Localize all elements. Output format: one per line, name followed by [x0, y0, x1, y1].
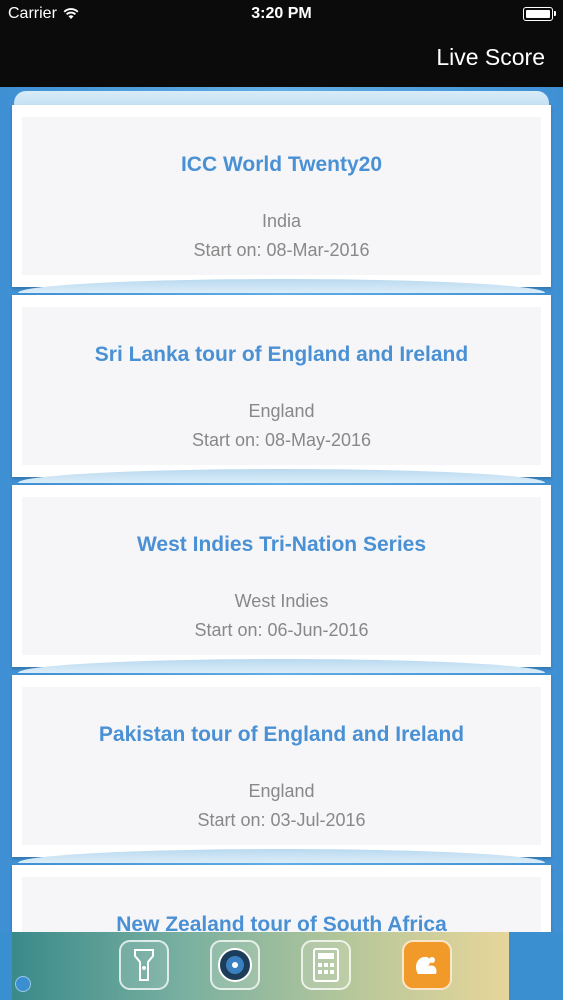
flashlight-icon[interactable] [119, 940, 169, 990]
series-card[interactable]: West Indies Tri-Nation Series West Indie… [12, 485, 551, 667]
series-card[interactable]: Sri Lanka tour of England and Ireland En… [12, 295, 551, 477]
series-country: India [261, 211, 302, 231]
series-card-body: Sri Lanka tour of England and Ireland En… [22, 307, 541, 465]
series-title: West Indies Tri-Nation Series [136, 533, 427, 556]
ad-info-icon[interactable] [15, 976, 31, 992]
series-card[interactable]: ICC World Twenty20 India Start on: 08-Ma… [12, 105, 551, 287]
series-card-body: Pakistan tour of England and Ireland Eng… [22, 687, 541, 845]
series-start-date: Start on: 06-Jun-2016 [194, 620, 369, 640]
series-title: Sri Lanka tour of England and Ireland [94, 343, 469, 366]
calculator-icon[interactable] [301, 940, 351, 990]
compass-icon[interactable] [210, 940, 260, 990]
navigation-bar: Live Score [0, 30, 563, 87]
status-bar: Carrier 3:20 PM [0, 0, 563, 30]
series-start-date: Start on: 08-May-2016 [191, 430, 372, 450]
series-title: Pakistan tour of England and Ireland [98, 723, 465, 746]
series-card-body: New Zealand tour of South Africa [22, 877, 541, 932]
series-card-body: West Indies Tri-Nation Series West Indie… [22, 497, 541, 655]
series-country: England [248, 781, 315, 801]
series-title: ICC World Twenty20 [180, 153, 383, 176]
series-list[interactable]: ICC World Twenty20 India Start on: 08-Ma… [0, 87, 563, 932]
series-card[interactable]: Pakistan tour of England and Ireland Eng… [12, 675, 551, 857]
series-country: West Indies [234, 591, 329, 611]
series-card[interactable]: New Zealand tour of South Africa [12, 865, 551, 932]
series-start-date: Start on: 08-Mar-2016 [193, 240, 370, 260]
ad-banner[interactable] [0, 932, 563, 1000]
series-title: New Zealand tour of South Africa [116, 913, 447, 932]
series-start-date: Start on: 03-Jul-2016 [197, 810, 366, 830]
series-card-body: ICC World Twenty20 India Start on: 08-Ma… [22, 117, 541, 275]
series-country: England [248, 401, 315, 421]
nav-live-score-button[interactable]: Live Score [436, 44, 545, 71]
squirrel-browser-icon[interactable] [402, 940, 452, 990]
status-time: 3:20 PM [251, 5, 312, 22]
battery-icon [523, 7, 556, 21]
